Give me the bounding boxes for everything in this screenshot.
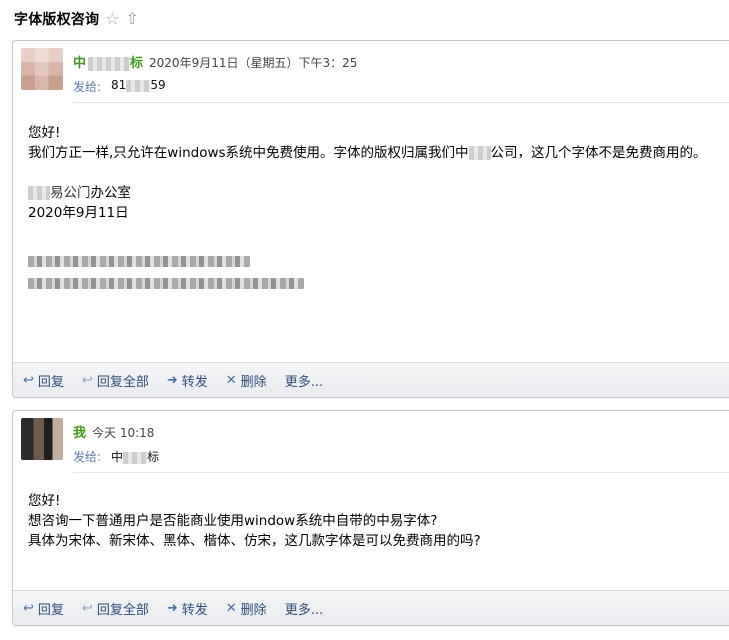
reply-all-button[interactable]: ↩ 回复全部 <box>82 599 149 618</box>
body-line: 想咨询一下普通用户是否能商业使用window系统中自带的中易字体? <box>28 513 438 529</box>
signature-date: 2020年9月11日 <box>28 205 129 221</box>
delete-button[interactable]: ✕ 删除 <box>226 599 267 618</box>
divider <box>73 102 729 103</box>
avatar[interactable] <box>21 48 63 90</box>
body-line: 具体为宋体、新宋体、黑体、楷体、仿宋，这几款字体是可以免费商用的吗? <box>28 533 481 549</box>
sender-name[interactable]: 我 <box>73 422 86 441</box>
delete-button[interactable]: ✕ 删除 <box>226 371 267 390</box>
reply-icon: ↩ <box>23 600 34 616</box>
sender-name[interactable]: 中标 <box>73 52 143 71</box>
star-icon[interactable]: ☆ <box>105 11 119 27</box>
message-date: 2020年9月11日（星期五）下午3：25 <box>149 56 358 70</box>
recipient[interactable]: 中标 <box>111 448 159 465</box>
more-button[interactable]: 更多... <box>285 599 323 618</box>
thread-header: 字体版权咨询 ☆ ⇧ <box>14 9 139 29</box>
to-label: 发给: <box>73 450 102 464</box>
divider <box>73 472 729 473</box>
more-button[interactable]: 更多... <box>285 371 323 390</box>
message-date: 今天 10:18 <box>92 426 155 440</box>
reply-button[interactable]: ↩ 回复 <box>23 371 64 390</box>
recipient[interactable]: 81 59 <box>111 78 166 95</box>
avatar[interactable] <box>21 418 63 460</box>
signature-office: 易公门办公室 <box>28 183 729 203</box>
reply-all-icon: ↩ <box>81 600 93 616</box>
message-card: 我 今天 10:18 发给: 中标 您好! 想咨询一下普通用户是否能商业使用wi… <box>12 410 729 626</box>
reply-button[interactable]: ↩ 回复 <box>23 599 64 618</box>
redacted-line <box>28 273 729 293</box>
action-bar: ↩ 回复 ↩ 回复全部 ➜ 转发 ✕ 删除 更多... <box>13 590 729 625</box>
redacted-line <box>28 251 729 271</box>
delete-icon: ✕ <box>225 372 237 388</box>
delete-icon: ✕ <box>225 600 237 616</box>
reply-icon: ↩ <box>23 372 34 388</box>
forward-button[interactable]: ➜ 转发 <box>167 599 208 618</box>
forward-icon: ➜ <box>166 372 178 388</box>
action-bar: ↩ 回复 ↩ 回复全部 ➜ 转发 ✕ 删除 更多... <box>13 362 729 397</box>
reply-all-icon: ↩ <box>81 372 93 388</box>
message-card: 中标 2020年9月11日（星期五）下午3：25 发给: 81 59 您好! 我们… <box>12 40 729 398</box>
to-label: 发给: <box>73 80 102 94</box>
forward-icon: ➜ <box>166 600 178 616</box>
message-header: 我 今天 10:18 发给: 中标 <box>13 411 729 473</box>
body-line: 您好! <box>28 493 61 509</box>
forward-button[interactable]: ➜ 转发 <box>167 371 208 390</box>
body-line: 我们方正一样,只允许在windows系统中免费使用。字体的版权归属我们中 公司，这… <box>28 145 707 161</box>
message-header: 中标 2020年9月11日（星期五）下午3：25 发给: 81 59 <box>13 41 729 103</box>
message-body: 您好! 想咨询一下普通用户是否能商业使用window系统中自带的中易字体? 具体… <box>28 491 729 551</box>
share-icon[interactable]: ⇧ <box>126 11 139 27</box>
reply-all-button[interactable]: ↩ 回复全部 <box>82 371 149 390</box>
message-body: 您好! 我们方正一样,只允许在windows系统中免费使用。字体的版权归属我们中… <box>28 123 729 293</box>
thread-title: 字体版权咨询 <box>14 12 100 28</box>
body-line: 您好! <box>28 125 61 141</box>
